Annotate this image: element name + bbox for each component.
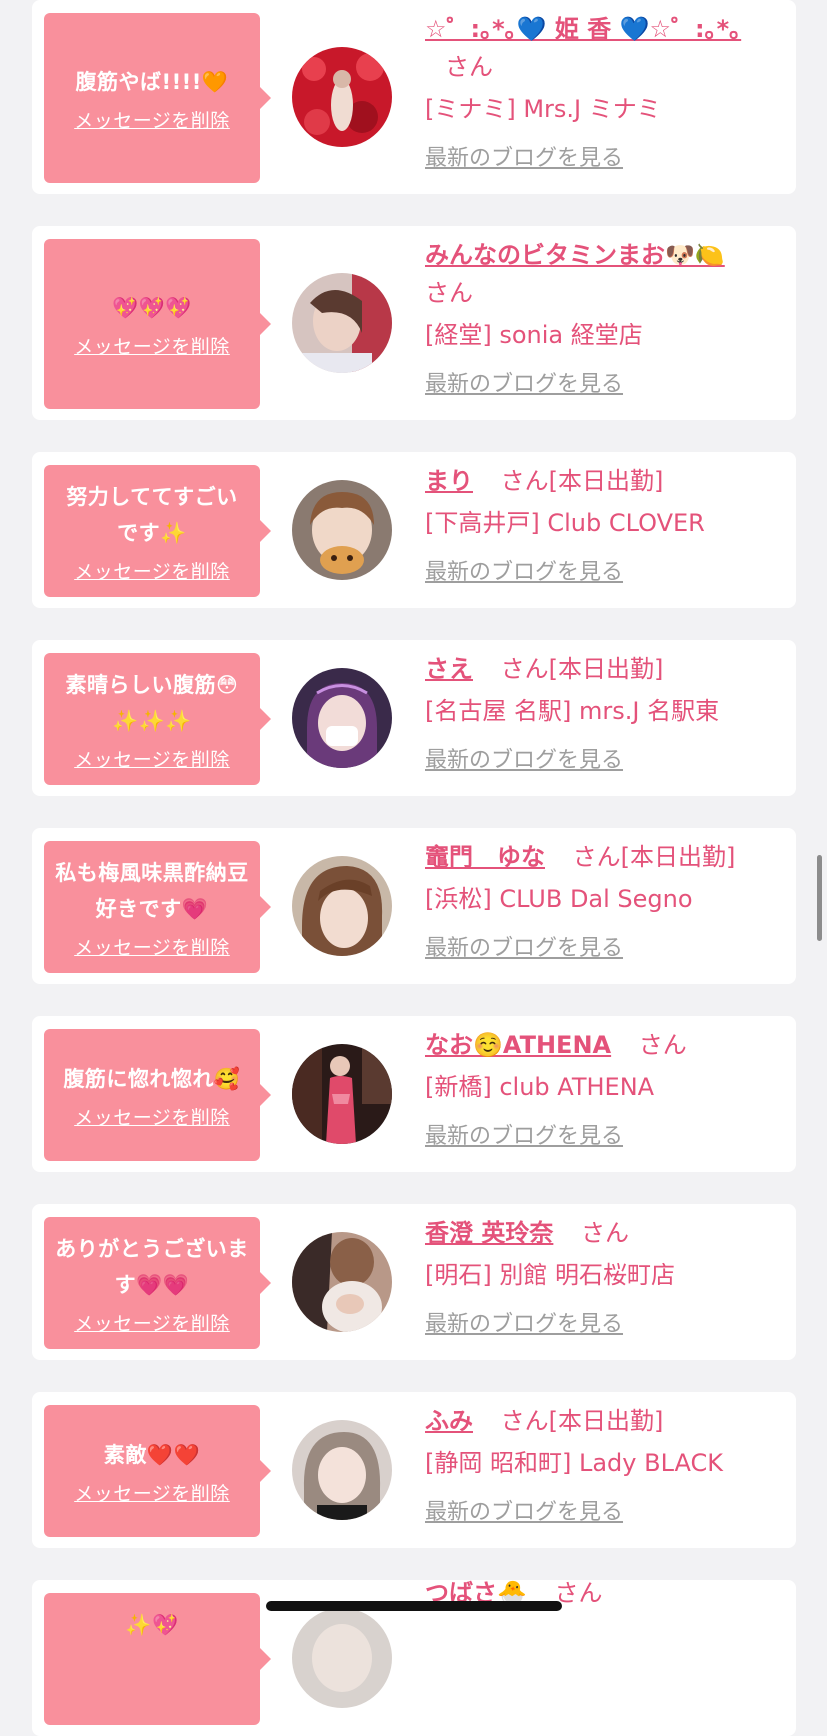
message-bubble: 私も梅風味黒酢納豆好きです💗 メッセージを削除 — [44, 841, 271, 973]
honorific-label: さん — [638, 1031, 687, 1059]
honorific-label: さん — [554, 1579, 603, 1607]
list-item: 素敵❤️❤️ メッセージを削除 ふみ さん[本日出勤] [静岡 昭和町] Lad… — [32, 1392, 796, 1548]
avatar[interactable] — [292, 273, 392, 373]
delete-message-link[interactable]: メッセージを削除 — [74, 557, 230, 584]
latest-blog-link[interactable]: 最新のブログを見る — [425, 140, 623, 178]
sender-name-link[interactable]: 竈門 ゆな — [425, 843, 545, 871]
sender-name-link[interactable]: なお☺️ATHENA — [425, 1031, 611, 1059]
honorific-label: さん — [445, 53, 493, 81]
sender-name-link[interactable]: ☆゜:｡*｡💙 姫 香 💙☆゜:｡*｡ — [425, 15, 741, 43]
sender-name-link[interactable]: 香澄 英玲奈 — [425, 1219, 553, 1247]
delete-message-link[interactable]: メッセージを削除 — [74, 1479, 230, 1506]
message-text: ありがとうございます💗💗 — [55, 1236, 249, 1297]
latest-blog-link[interactable]: 最新のブログを見る — [425, 1306, 623, 1344]
latest-blog-link[interactable]: 最新のブログを見る — [425, 366, 623, 404]
avatar[interactable] — [292, 1232, 392, 1332]
avatar[interactable] — [292, 47, 392, 147]
honorific-label: さん[本日出勤] — [500, 655, 664, 683]
sender-info: なお☺️ATHENA さん [新橋] club ATHENA 最新のブログを見る — [425, 1026, 776, 1156]
latest-blog-link[interactable]: 最新のブログを見る — [425, 742, 623, 780]
avatar-photo-icon — [292, 668, 392, 768]
avatar-photo-icon — [292, 480, 392, 580]
avatar[interactable] — [292, 480, 392, 580]
message-text: 腹筋やば!!!!🧡 — [75, 69, 229, 94]
list-item: 努力しててすごいです✨ メッセージを削除 まり さん[本日出勤] [下高井戸] … — [32, 452, 796, 608]
avatar[interactable] — [292, 856, 392, 956]
honorific-label: さん[本日出勤] — [572, 843, 736, 871]
message-bubble: 努力しててすごいです✨ メッセージを削除 — [44, 465, 271, 597]
sender-info: みんなのビタミンまお🐶🍋 さん [経堂] sonia 経堂店 最新のブログを見る — [425, 236, 776, 404]
latest-blog-link[interactable]: 最新のブログを見る — [425, 554, 623, 592]
sender-info: 竈門 ゆな さん[本日出勤] [浜松] CLUB Dal Segno 最新のブロ… — [425, 838, 776, 968]
message-bubble: ✨💖 — [44, 1593, 271, 1725]
avatar-photo-icon — [292, 47, 392, 147]
latest-blog-link[interactable]: 最新のブログを見る — [425, 1118, 623, 1156]
avatar-photo-icon — [292, 1232, 392, 1332]
list-item: 素晴らしい腹筋😳✨✨✨ メッセージを削除 さえ さん[本日出勤] [名古屋 名駅… — [32, 640, 796, 796]
sender-info: さえ さん[本日出勤] [名古屋 名駅] mrs.J 名駅東 最新のブログを見る — [425, 650, 776, 780]
honorific-label: さん — [425, 279, 473, 307]
sender-name-link[interactable]: まり — [425, 467, 473, 495]
message-bubble: 💖💖💖 メッセージを削除 — [44, 239, 271, 409]
message-bubble: 素敵❤️❤️ メッセージを削除 — [44, 1405, 271, 1537]
message-text: 腹筋に惚れ惚れ🥰 — [63, 1066, 241, 1091]
delete-message-link[interactable]: メッセージを削除 — [74, 745, 230, 772]
message-text: 努力しててすごいです✨ — [66, 484, 238, 545]
sender-name-link[interactable]: ふみ — [425, 1407, 473, 1435]
message-bubble: 腹筋に惚れ惚れ🥰 メッセージを削除 — [44, 1029, 271, 1161]
sender-name-link[interactable]: さえ — [425, 655, 473, 683]
message-bubble: ありがとうございます💗💗 メッセージを削除 — [44, 1217, 271, 1349]
avatar-photo-icon — [292, 1608, 392, 1708]
delete-message-link[interactable]: メッセージを削除 — [74, 106, 230, 133]
message-text: ✨💖 — [125, 1613, 179, 1637]
sender-info: ☆゜:｡*｡💙 姫 香 💙☆゜:｡*｡ さん [ミナミ] Mrs.J ミナミ 最… — [425, 10, 776, 178]
delete-message-link[interactable]: メッセージを削除 — [74, 1309, 230, 1336]
avatar-photo-icon — [292, 1044, 392, 1144]
list-item: 💖💖💖 メッセージを削除 みんなのビタミンまお🐶🍋 さん [経堂] sonia … — [32, 226, 796, 420]
shop-label: [静岡 昭和町] Lady BLACK — [425, 1449, 724, 1477]
shop-label: [ミナミ] Mrs.J ミナミ — [425, 95, 661, 123]
sender-name-link[interactable]: みんなのビタミンまお🐶🍋 — [425, 241, 725, 269]
delete-message-link[interactable]: メッセージを削除 — [74, 332, 230, 359]
list-item: 私も梅風味黒酢納豆好きです💗 メッセージを削除 竈門 ゆな さん[本日出勤] [… — [32, 828, 796, 984]
home-indicator[interactable] — [266, 1601, 562, 1611]
sender-info: ふみ さん[本日出勤] [静岡 昭和町] Lady BLACK 最新のブログを見… — [425, 1402, 776, 1532]
message-bubble: 腹筋やば!!!!🧡 メッセージを削除 — [44, 13, 271, 183]
honorific-label: さん[本日出勤] — [500, 467, 664, 495]
shop-label: [明石] 別館 明石桜町店 — [425, 1261, 675, 1289]
avatar[interactable] — [292, 1420, 392, 1520]
delete-message-link[interactable]: メッセージを削除 — [74, 933, 230, 960]
avatar-photo-icon — [292, 273, 392, 373]
honorific-label: さん[本日出勤] — [500, 1407, 664, 1435]
list-item: ありがとうございます💗💗 メッセージを削除 香澄 英玲奈 さん [明石] 別館 … — [32, 1204, 796, 1360]
avatar[interactable] — [292, 1044, 392, 1144]
sender-info: 香澄 英玲奈 さん [明石] 別館 明石桜町店 最新のブログを見る — [425, 1214, 776, 1344]
shop-label: [新橋] club ATHENA — [425, 1073, 655, 1101]
shop-label: [浜松] CLUB Dal Segno — [425, 885, 693, 913]
message-text: 素敵❤️❤️ — [103, 1442, 201, 1467]
list-item: 腹筋やば!!!!🧡 メッセージを削除 ☆゜:｡*｡💙 姫 香 💙☆゜:｡*｡ さ… — [32, 0, 796, 194]
shop-label: [下高井戸] Club CLOVER — [425, 509, 705, 537]
honorific-label: さん — [581, 1219, 629, 1247]
avatar-photo-icon — [292, 1420, 392, 1520]
latest-blog-link[interactable]: 最新のブログを見る — [425, 930, 623, 968]
shop-label: [名古屋 名駅] mrs.J 名駅東 — [425, 697, 720, 725]
message-text: 素晴らしい腹筋😳✨✨✨ — [65, 672, 239, 733]
shop-label: [経堂] sonia 経堂店 — [425, 321, 643, 349]
message-text: 💖💖💖 — [112, 295, 192, 320]
delete-message-link[interactable]: メッセージを削除 — [74, 1103, 230, 1130]
sender-info: まり さん[本日出勤] [下高井戸] Club CLOVER 最新のブログを見る — [425, 462, 776, 592]
latest-blog-link[interactable]: 最新のブログを見る — [425, 1494, 623, 1532]
scrollbar[interactable] — [817, 855, 822, 941]
avatar[interactable] — [292, 1608, 392, 1708]
list-item: 腹筋に惚れ惚れ🥰 メッセージを削除 なお☺️ATHENA さん [新橋] clu… — [32, 1016, 796, 1172]
avatar[interactable] — [292, 668, 392, 768]
message-bubble: 素晴らしい腹筋😳✨✨✨ メッセージを削除 — [44, 653, 271, 785]
message-text: 私も梅風味黒酢納豆好きです💗 — [55, 860, 249, 921]
avatar-photo-icon — [292, 856, 392, 956]
